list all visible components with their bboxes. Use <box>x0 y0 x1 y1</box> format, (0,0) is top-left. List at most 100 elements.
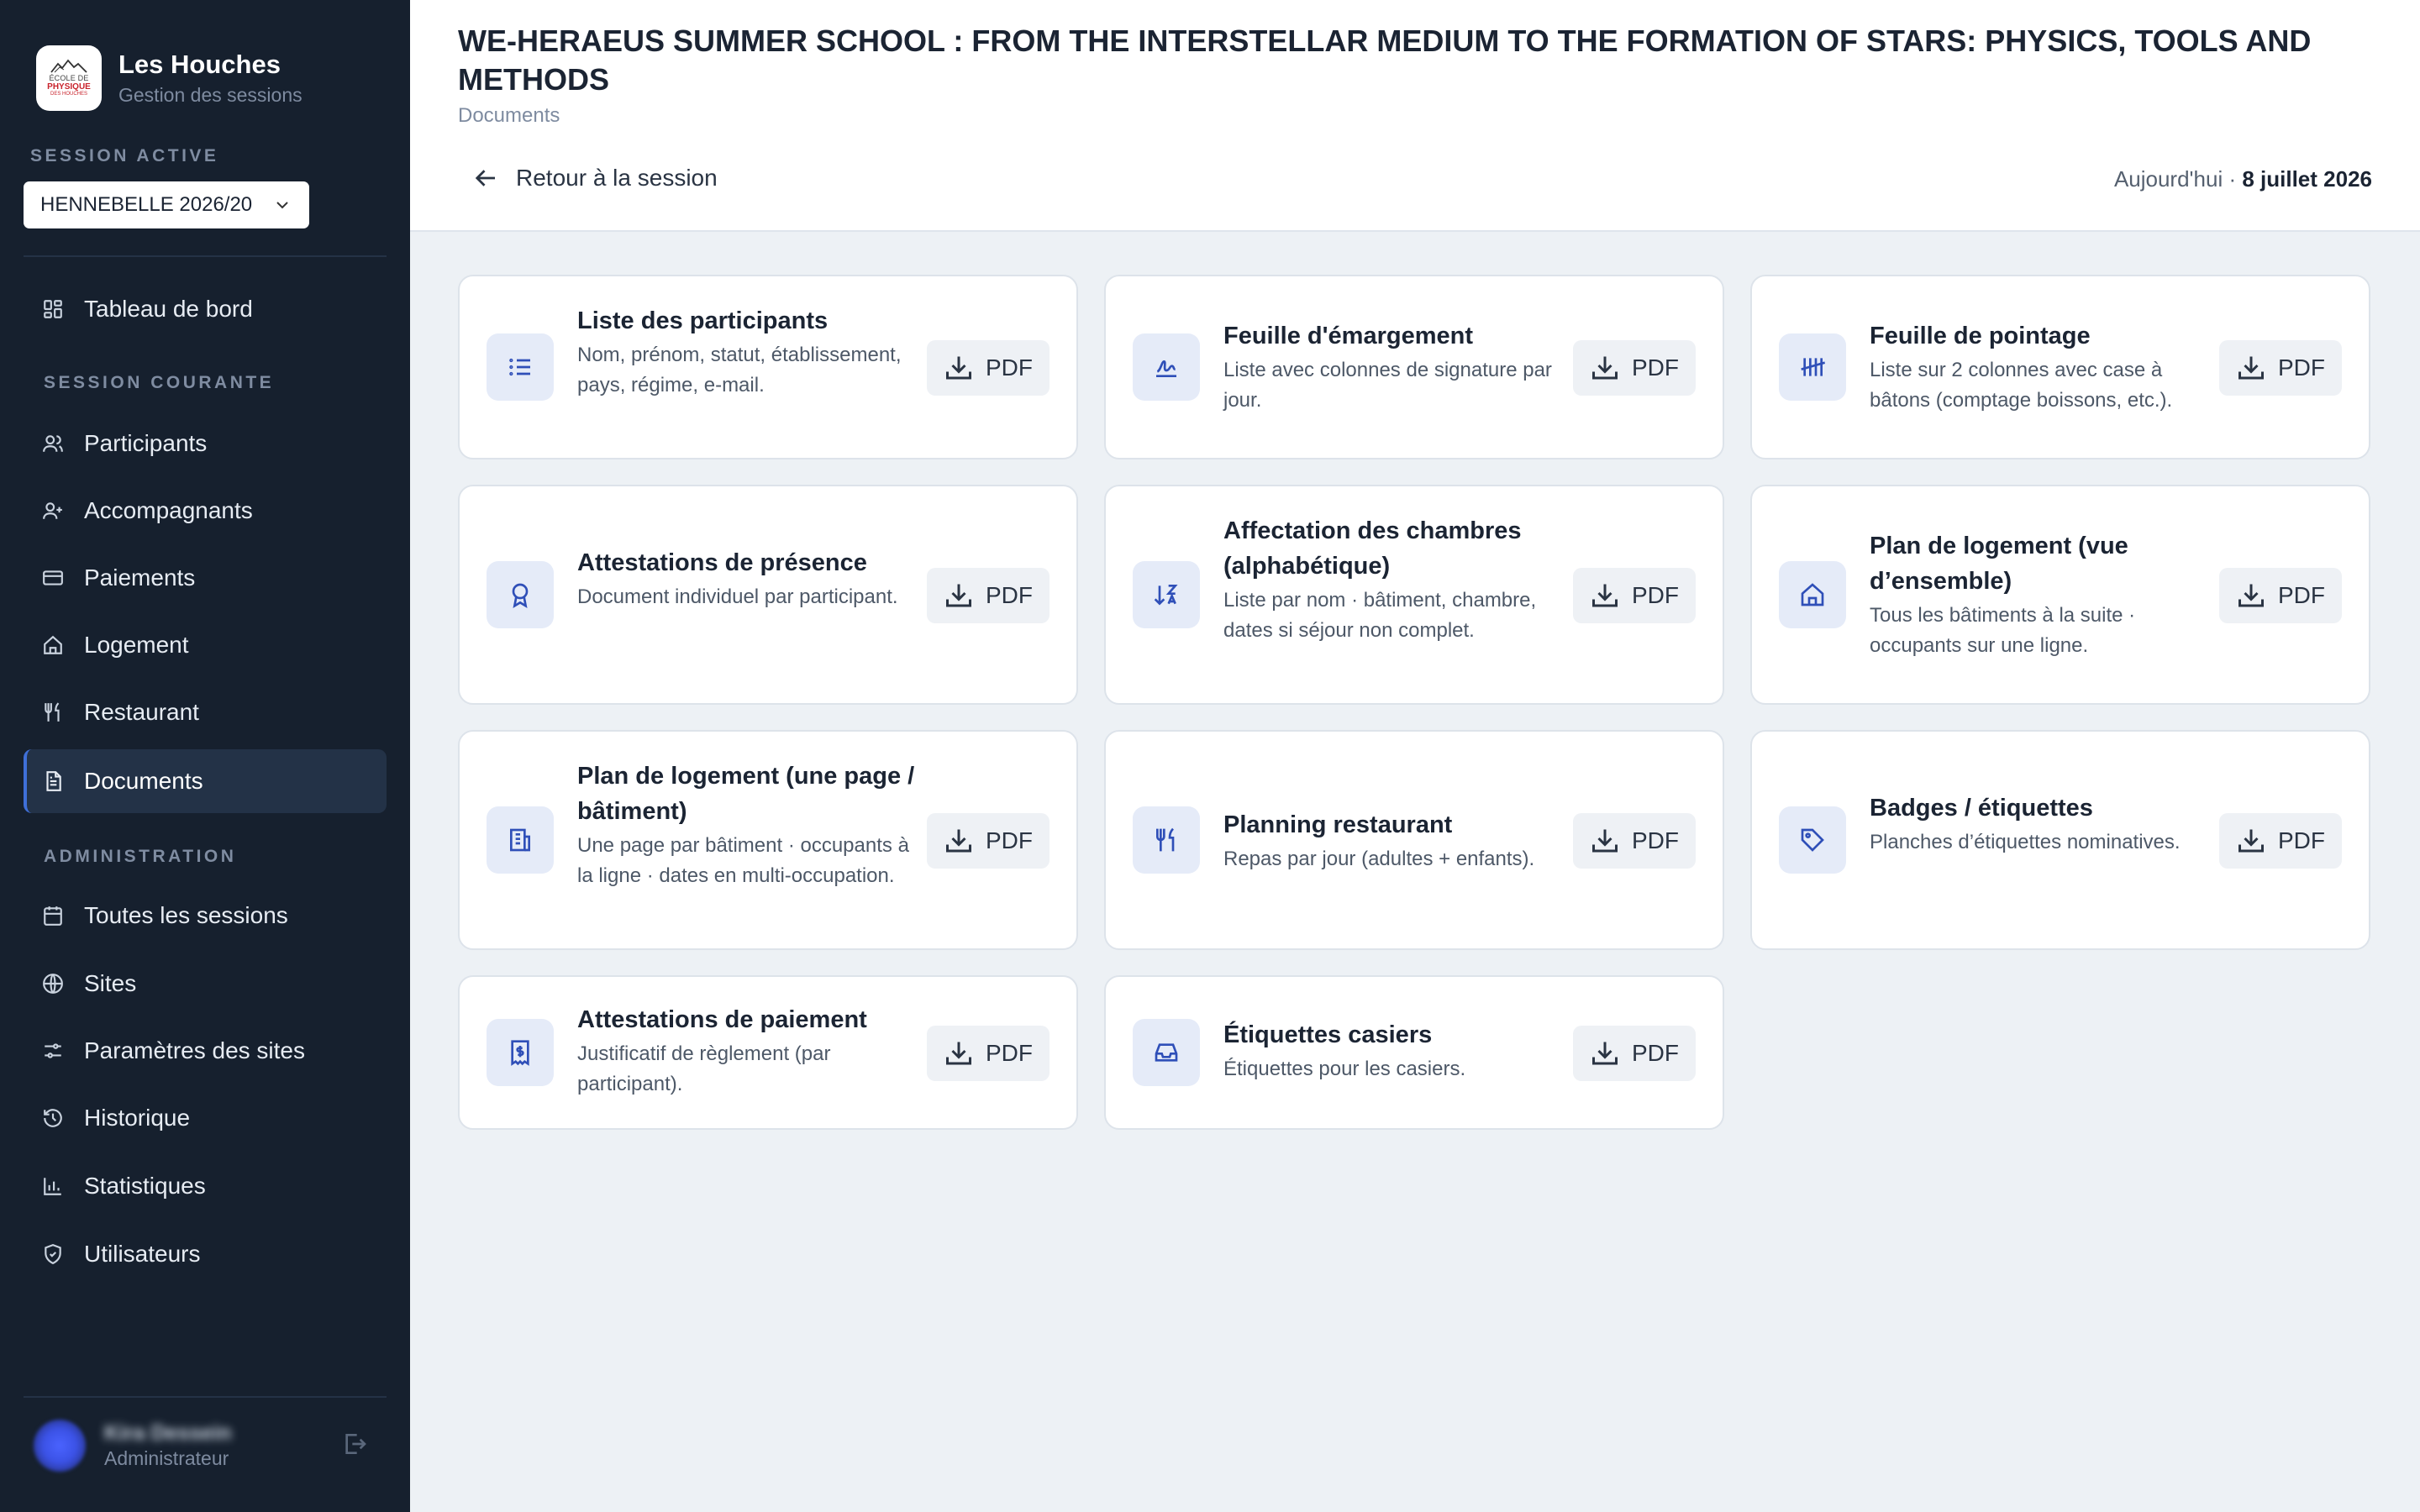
download-pdf-button[interactable]: PDF <box>1573 1026 1696 1081</box>
administration-section-label: ADMINISTRATION <box>44 847 237 866</box>
download-pdf-button[interactable]: PDF <box>1573 568 1696 623</box>
logo-line-3: DES HOUCHES <box>50 92 87 97</box>
download-pdf-button[interactable]: PDF <box>927 1026 1050 1081</box>
sidebar-item-dashboard[interactable]: Tableau de bord <box>24 277 387 341</box>
sort-az-icon <box>1133 561 1200 628</box>
card-description: Une page par bâtiment · occupants à la l… <box>577 834 909 887</box>
today-value: 8 juillet 2026 <box>2242 166 2372 192</box>
card-text: Liste des participants Nom, prénom, stat… <box>577 303 922 401</box>
doc-card-plan-logement-page: Plan de logement (une page / bâtiment) U… <box>458 730 1078 950</box>
pdf-label: PDF <box>986 582 1033 608</box>
brand-title: Les Houches <box>118 50 281 79</box>
sidebar-item-historique[interactable]: Historique <box>24 1086 387 1150</box>
card-text: Planning restaurant Repas par jour (adul… <box>1223 807 1568 874</box>
card-description: Liste avec colonnes de signature par jou… <box>1223 359 1552 412</box>
tally-icon <box>1779 333 1846 401</box>
download-pdf-button[interactable]: PDF <box>2219 340 2342 396</box>
list-icon <box>487 333 554 401</box>
card-text: Plan de logement (une page / bâtiment) U… <box>577 759 922 891</box>
sidebar-item-utilisateurs[interactable]: Utilisateurs <box>24 1222 387 1286</box>
sidebar-item-label: Paramètres des sites <box>84 1037 305 1063</box>
tag-icon <box>1779 806 1846 874</box>
history-icon <box>44 1109 62 1127</box>
card-text: Badges / étiquettes Planches d’étiquette… <box>1870 790 2214 858</box>
pdf-label: PDF <box>1632 1040 1679 1066</box>
card-title: Affectation des chambres (alphabétique) <box>1223 517 1522 580</box>
card-text: Attestations de présence Document indivi… <box>577 545 922 612</box>
avatar <box>34 1420 86 1472</box>
logout-icon[interactable] <box>341 1431 368 1457</box>
page-subtitle: Documents <box>458 104 560 127</box>
sidebar-item-logement[interactable]: Logement <box>24 613 387 677</box>
user-text: Kira Dessein Administrateur <box>104 1420 231 1471</box>
receipt-icon <box>487 1019 554 1086</box>
download-icon <box>2238 584 2264 607</box>
sidebar-item-toutes-sessions[interactable]: Toutes les sessions <box>24 884 387 948</box>
sidebar-item-label: Restaurant <box>84 699 199 725</box>
arrow-left-icon <box>475 170 495 186</box>
pdf-label: PDF <box>2278 827 2325 853</box>
home-icon <box>44 635 62 654</box>
sidebar-item-statistiques[interactable]: Statistiques <box>24 1154 387 1218</box>
grid-icon <box>44 300 62 318</box>
brand-text: Les Houches Gestion des sessions <box>118 49 302 108</box>
sidebar-item-label: Logement <box>84 632 189 658</box>
inbox-icon <box>1133 1019 1200 1086</box>
pdf-label: PDF <box>1632 354 1679 381</box>
bar-chart-icon <box>44 1178 61 1195</box>
card-title: Plan de logement (une page / bâtiment) <box>577 763 915 825</box>
sidebar-item-label: Statistiques <box>84 1173 206 1199</box>
doc-card-feuille-emargement: Feuille d'émargement Liste avec colonnes… <box>1104 275 1724 459</box>
card-description: Liste sur 2 colonnes avec case à bâtons … <box>1870 359 2173 412</box>
card-description: Planches d’étiquettes nominatives. <box>1870 831 2181 853</box>
card-description: Document individuel par participant. <box>577 585 898 608</box>
card-title: Plan de logement (vue d’ensemble) <box>1870 533 2128 595</box>
download-pdf-button[interactable]: PDF <box>2219 568 2342 623</box>
card-text: Attestations de paiement Justificatif de… <box>577 1002 922 1100</box>
session-select[interactable]: HENNEBELLE 2026/20 <box>24 181 309 228</box>
pdf-label: PDF <box>1632 582 1679 608</box>
download-pdf-button[interactable]: PDF <box>927 340 1050 396</box>
card-text: Feuille d'émargement Liste avec colonnes… <box>1223 318 1568 416</box>
card-description: Repas par jour (adultes + enfants). <box>1223 848 1535 870</box>
sidebar-footer-divider <box>24 1396 387 1398</box>
logo-line-1: ÉCOLE DE <box>49 74 89 82</box>
doc-card-feuille-pointage: Feuille de pointage Liste sur 2 colonnes… <box>1750 275 2370 459</box>
card-description: Étiquettes pour les casiers. <box>1223 1058 1466 1080</box>
download-pdf-button[interactable]: PDF <box>1573 813 1696 869</box>
download-icon <box>2238 829 2264 853</box>
current-session-section-label: SESSION COURANTE <box>44 373 275 392</box>
sidebar-item-label: Historique <box>84 1105 191 1131</box>
sidebar-item-participants[interactable]: Participants <box>24 412 387 475</box>
page-header: WE-HERAEUS SUMMER SCHOOL : FROM THE INTE… <box>410 0 2420 232</box>
sidebar-item-accompagnants[interactable]: Accompagnants <box>24 479 387 543</box>
sidebar-item-parametres-sites[interactable]: Paramètres des sites <box>24 1019 387 1083</box>
back-to-session-link[interactable]: Retour à la session <box>474 165 718 192</box>
utensils-icon <box>1133 806 1200 874</box>
sidebar-item-paiements[interactable]: Paiements <box>24 546 387 610</box>
download-pdf-button[interactable]: PDF <box>1573 340 1696 396</box>
card-title: Planning restaurant <box>1223 811 1453 838</box>
page-title: WE-HERAEUS SUMMER SCHOOL : FROM THE INTE… <box>458 24 2312 97</box>
sidebar-item-documents[interactable]: Documents <box>24 749 387 813</box>
globe-icon <box>43 974 63 994</box>
sliders-icon <box>45 1043 61 1058</box>
card-title: Badges / étiquettes <box>1870 795 2093 822</box>
download-pdf-button[interactable]: PDF <box>927 568 1050 623</box>
today-label: Aujourd'hui · <box>2113 166 2237 192</box>
signature-icon <box>1133 333 1200 401</box>
back-link-label: Retour à la session <box>516 165 718 191</box>
download-pdf-button[interactable]: PDF <box>2219 813 2342 869</box>
download-icon <box>2238 356 2264 380</box>
sidebar-item-label: Participants <box>84 430 208 456</box>
download-pdf-button[interactable]: PDF <box>927 813 1050 869</box>
card-title: Feuille d'émargement <box>1223 323 1473 349</box>
school-logo: ÉCOLE DE PHYSIQUE DES HOUCHES <box>36 45 102 111</box>
calendar-icon <box>44 906 62 926</box>
house-icon <box>1779 561 1846 628</box>
download-icon <box>946 1042 971 1065</box>
sidebar-item-restaurant[interactable]: Restaurant <box>24 680 387 744</box>
sidebar-item-sites[interactable]: Sites <box>24 952 387 1016</box>
card-title: Feuille de pointage <box>1870 323 2091 349</box>
card-text: Plan de logement (vue d’ensemble) Tous l… <box>1870 528 2214 661</box>
